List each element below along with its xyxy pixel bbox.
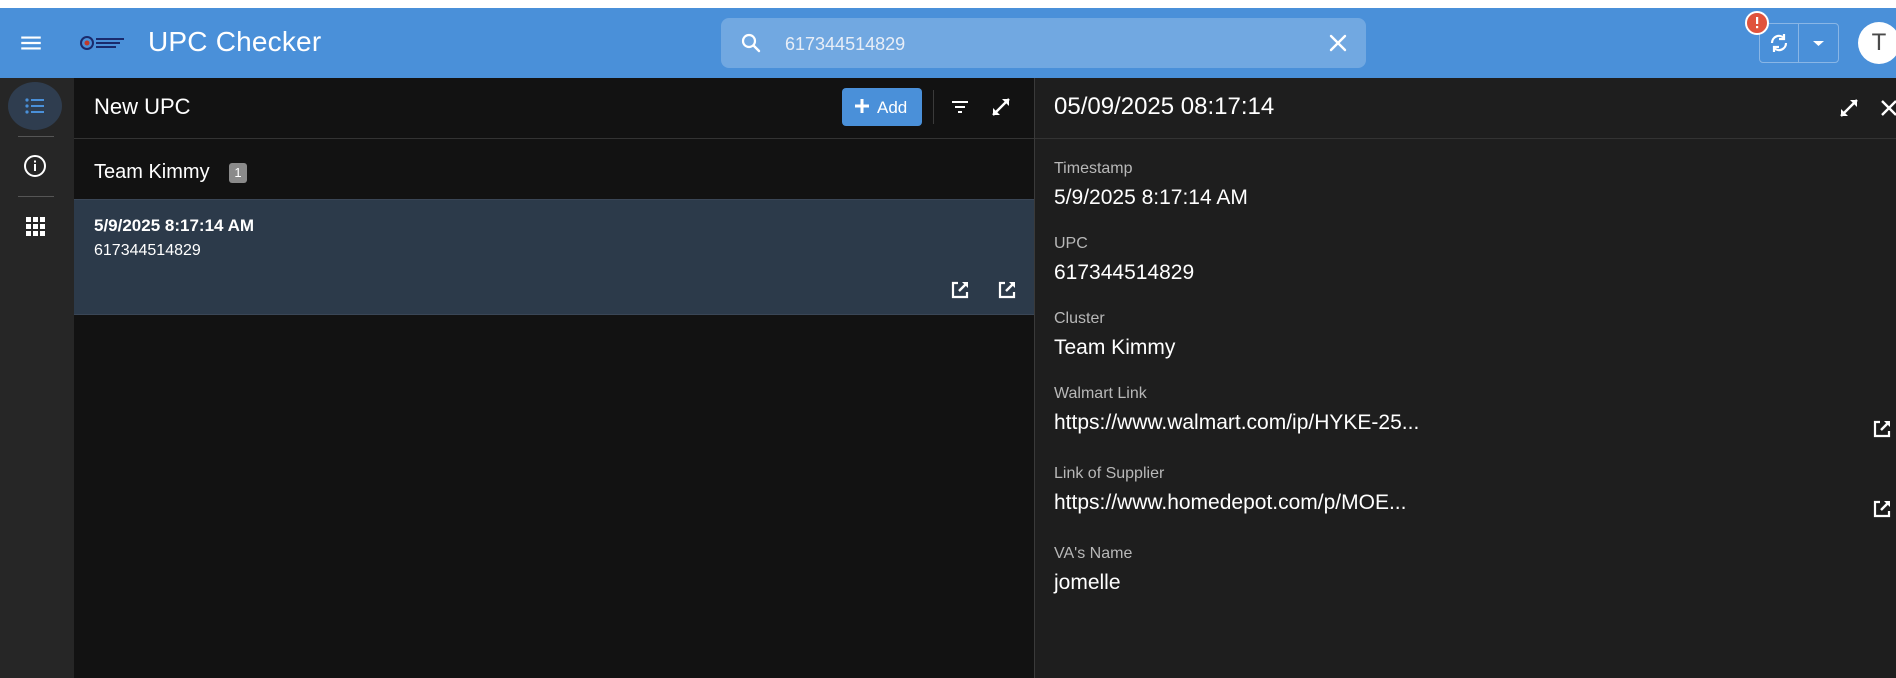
menu-icon[interactable] <box>18 30 44 56</box>
search-input[interactable] <box>783 26 1287 62</box>
group-header[interactable]: Team Kimmy 1 <box>74 139 1034 199</box>
apps-grid-icon[interactable] <box>8 202 62 250</box>
field-label: Timestamp <box>1054 160 1133 177</box>
group-count-badge: 1 <box>229 163 247 183</box>
field-value: jomelle <box>1054 571 1121 594</box>
expand-icon[interactable] <box>989 95 1013 119</box>
list-item-subtitle: 617344514829 <box>94 242 201 259</box>
app-window: UPC Checker 617344514829 T New UPC Add T… <box>0 8 1896 678</box>
open-external-icon[interactable] <box>995 278 1019 302</box>
list-pane: New UPC Add Team Kimmy 1 5/9/2025 8:17:1… <box>74 78 1034 678</box>
top-app-bar: UPC Checker 617344514829 T <box>0 8 1896 78</box>
detail-title: 05/09/2025 08:17:14 <box>1054 93 1275 120</box>
header-divider <box>933 90 934 124</box>
field-value: 5/9/2025 8:17:14 AM <box>1054 186 1248 209</box>
filter-icon[interactable] <box>948 95 972 119</box>
field-supplier-link: Link of Supplier https://www.homedepot.c… <box>1054 465 1891 518</box>
field-va-name: VA's Name jomelle <box>1054 545 1874 595</box>
rail-divider <box>18 196 54 197</box>
list-view-icon[interactable] <box>8 82 62 130</box>
app-logo <box>80 34 128 52</box>
open-external-icon[interactable] <box>948 278 972 302</box>
app-title: UPC Checker <box>148 26 322 57</box>
chevron-down-icon[interactable] <box>1799 24 1838 62</box>
list-header: New UPC Add <box>74 78 1034 139</box>
detail-pane: 05/09/2025 08:17:14 Timestamp 5/9/2025 8… <box>1034 78 1896 678</box>
field-label: Link of Supplier <box>1054 465 1165 482</box>
detail-header: 05/09/2025 08:17:14 <box>1035 78 1896 139</box>
plus-icon <box>852 96 872 121</box>
expand-icon[interactable] <box>1837 96 1861 120</box>
field-walmart-link: Walmart Link https://www.walmart.com/ip/… <box>1054 385 1891 438</box>
clear-search-icon[interactable] <box>1326 31 1350 55</box>
supplier-link[interactable]: https://www.homedepot.com/p/MOE... <box>1054 491 1874 515</box>
open-external-icon[interactable] <box>1870 417 1894 441</box>
walmart-link[interactable]: https://www.walmart.com/ip/HYKE-25... <box>1054 411 1874 435</box>
field-label: VA's Name <box>1054 545 1133 562</box>
open-external-icon[interactable] <box>1870 497 1894 521</box>
list-title: New UPC <box>94 94 191 119</box>
field-value: Team Kimmy <box>1054 336 1176 359</box>
left-rail <box>0 78 74 678</box>
group-title: Team Kimmy <box>94 161 210 183</box>
field-cluster: Cluster Team Kimmy <box>1054 310 1874 360</box>
search-icon <box>739 31 763 55</box>
field-timestamp: Timestamp 5/9/2025 8:17:14 AM <box>1054 160 1874 210</box>
list-item-title: 5/9/2025 8:17:14 AM <box>94 216 255 235</box>
field-upc: UPC 617344514829 <box>1054 235 1874 285</box>
rail-divider <box>18 136 54 137</box>
search-bar <box>721 18 1366 68</box>
avatar[interactable]: T <box>1858 22 1896 64</box>
field-value: 617344514829 <box>1054 261 1195 284</box>
alert-icon[interactable] <box>1745 11 1769 35</box>
field-label: UPC <box>1054 235 1088 252</box>
add-button[interactable]: Add <box>842 88 922 126</box>
info-icon[interactable] <box>8 142 62 190</box>
field-label: Walmart Link <box>1054 385 1147 402</box>
list-item[interactable]: 5/9/2025 8:17:14 AM 617344514829 <box>74 199 1034 315</box>
close-icon[interactable] <box>1877 96 1896 120</box>
sync-button-group <box>1759 23 1839 63</box>
add-button-label: Add <box>877 98 908 117</box>
field-label: Cluster <box>1054 310 1105 327</box>
